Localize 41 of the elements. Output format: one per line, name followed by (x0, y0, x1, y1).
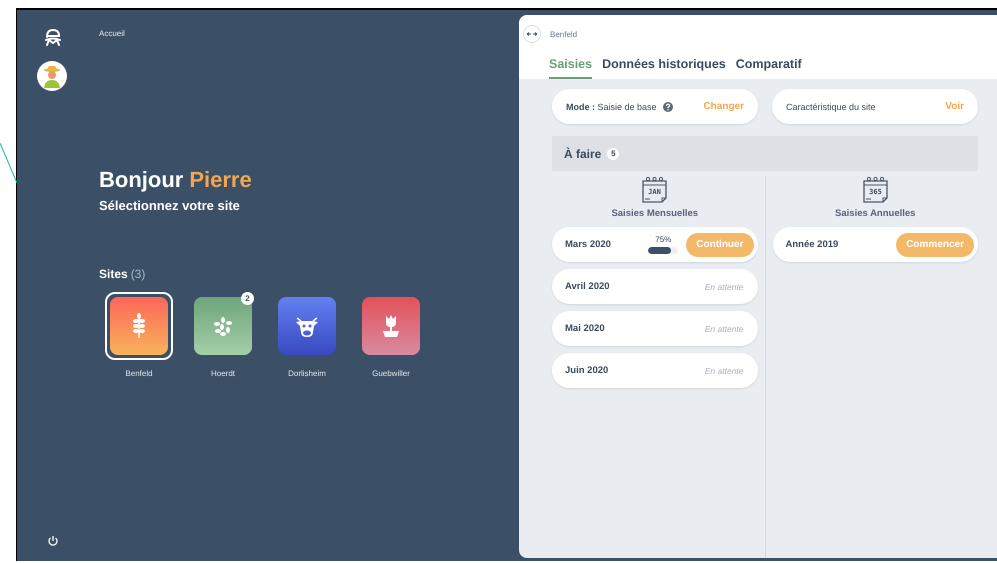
entry-label: Avril 2020 (565, 281, 610, 292)
site-name: Hoerdt (210, 369, 235, 378)
sites-count: (3) (130, 267, 146, 281)
breadcrumb[interactable]: Accueil (99, 29, 519, 38)
subtitle: Sélectionnez votre site (99, 198, 241, 213)
entry-label: Juin 2020 (565, 365, 608, 376)
status-text: En attente (704, 324, 744, 334)
site-name: Guebwiller (372, 369, 410, 378)
change-link[interactable]: Changer (703, 101, 744, 112)
site-name: Dorlisheim (288, 369, 326, 378)
count-badge: 2 (241, 292, 254, 305)
entry-label: Mars 2020 (565, 239, 611, 250)
user-name: Pierre (189, 167, 252, 192)
greeting-text: Bonjour (99, 167, 184, 192)
avatar-icon[interactable] (37, 61, 67, 91)
column-title: Saisies Mensuelles (611, 208, 698, 219)
diagonal-line (0, 143, 17, 183)
status-text: En attente (704, 366, 744, 376)
entry-label: Année 2019 (786, 239, 838, 250)
help-icon (662, 102, 673, 112)
entry-label: Mai 2020 (565, 323, 605, 334)
site-tile[interactable] (105, 292, 173, 360)
characteristics-label: Caractéristique du site (786, 102, 876, 112)
site-name: Benfeld (125, 369, 153, 378)
progress-percent: 75% (655, 235, 672, 244)
status-text: En attente (704, 282, 744, 292)
tab[interactable]: Saisies (549, 57, 592, 79)
tab[interactable]: Comparatif (736, 57, 802, 79)
site-label: Benfeld (550, 30, 578, 38)
power-icon[interactable] (47, 535, 59, 547)
continue-button[interactable]: Continuer (686, 232, 754, 256)
view-link[interactable]: Voir (945, 101, 964, 112)
column-title: Saisies Annuelles (835, 208, 916, 219)
count-badge: 5 (607, 148, 620, 160)
start-button[interactable]: Commencer (896, 232, 974, 256)
mode-text: Mode : Saisie de base (566, 102, 657, 112)
tab[interactable]: Données historiques (602, 57, 726, 79)
logo-icon (44, 28, 62, 46)
todo-heading: À faire (564, 146, 602, 160)
sites-heading: Sites (99, 267, 128, 281)
swap-icon[interactable] (523, 25, 541, 43)
